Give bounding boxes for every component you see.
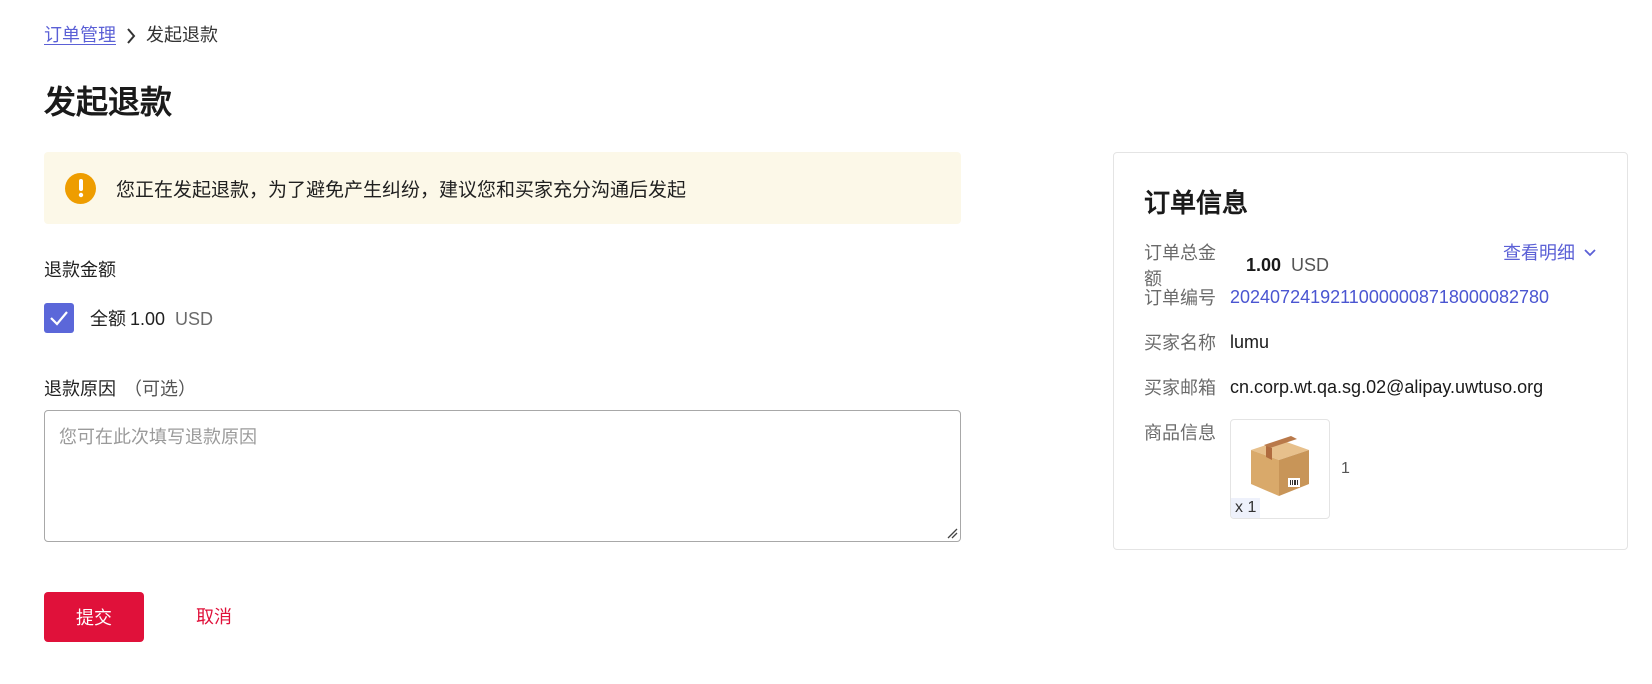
checkmark-icon	[50, 311, 68, 326]
warning-icon	[65, 172, 96, 204]
order-number-row: 订单编号 20240724192110000008718000082780	[1144, 284, 1549, 310]
refund-page: 订单管理 发起退款 发起退款 您正在发起退款，为了避免产生纠纷，建议您和买家充分…	[0, 0, 1652, 684]
submit-button[interactable]: 提交	[44, 592, 144, 642]
page-title: 发起退款	[44, 84, 173, 120]
view-details-link[interactable]: 查看明细	[1503, 239, 1597, 265]
buyer-email-label: 买家邮箱	[1144, 378, 1216, 398]
goods-name: 1	[1341, 460, 1350, 477]
goods-info-row: 商品信息	[1144, 419, 1230, 445]
buyer-name-row: 买家名称 lumu	[1144, 329, 1269, 355]
optional-hint: （可选）	[124, 379, 196, 399]
buyer-name-value: lumu	[1230, 331, 1270, 352]
breadcrumb-order-management-link[interactable]: 订单管理	[44, 22, 116, 48]
goods-quantity-badge: x 1	[1231, 498, 1261, 518]
full-amount-option: 全额 1.00 USD	[44, 303, 213, 333]
buyer-email-row: 买家邮箱 cn.corp.wt.qa.sg.02@alipay.uwtuso.o…	[1144, 374, 1543, 400]
cancel-button[interactable]: 取消	[196, 604, 232, 630]
warning-text: 您正在发起退款，为了避免产生纠纷，建议您和买家充分沟通后发起	[116, 179, 687, 201]
full-amount-label: 全额	[90, 309, 126, 329]
order-total-value: 1.00	[1246, 254, 1282, 275]
warning-banner: 您正在发起退款，为了避免产生纠纷，建议您和买家充分沟通后发起	[44, 152, 961, 224]
chevron-right-icon	[116, 22, 146, 48]
full-amount-value: 1.00	[130, 309, 166, 329]
order-total-currency: USD	[1291, 254, 1330, 275]
refund-amount-label: 退款金额	[44, 260, 116, 280]
buyer-name-label: 买家名称	[1144, 333, 1216, 353]
refund-reason-textarea[interactable]	[44, 410, 961, 542]
full-amount-text: 全额 1.00 USD	[90, 305, 213, 331]
breadcrumb: 订单管理 发起退款	[44, 22, 218, 48]
order-info-card: 订单信息 订单总金额 1.00 USD 查看明细 订单编号 2024072419…	[1113, 152, 1628, 550]
order-number-label: 订单编号	[1144, 288, 1216, 308]
refund-reason-label: 退款原因 （可选）	[44, 375, 196, 401]
view-details-label: 查看明细	[1503, 243, 1575, 263]
full-amount-currency: USD	[175, 309, 214, 329]
chevron-down-icon	[1584, 249, 1596, 257]
order-info-title: 订单信息	[1144, 188, 1249, 218]
goods-thumbnail[interactable]: x 1	[1230, 419, 1330, 519]
buyer-email-value: cn.corp.wt.qa.sg.02@alipay.uwtuso.org	[1230, 376, 1544, 397]
refund-reason-title: 退款原因	[44, 379, 116, 399]
full-amount-checkbox[interactable]	[44, 303, 74, 333]
order-number-value[interactable]: 20240724192110000008718000082780	[1230, 287, 1549, 308]
resize-handle-icon[interactable]	[947, 528, 958, 539]
breadcrumb-current: 发起退款	[146, 25, 218, 45]
goods-info-label: 商品信息	[1144, 423, 1216, 443]
